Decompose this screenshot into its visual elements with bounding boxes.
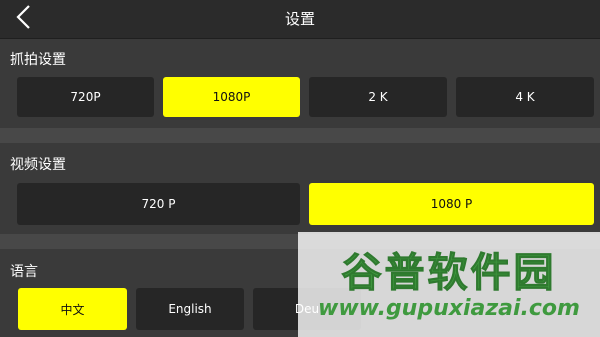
capture-settings-section: 抓拍设置 720P 1080P 2 K 4 K (0, 39, 600, 128)
capture-option-2k[interactable]: 2 K (309, 77, 447, 117)
top-bar: 设置 (0, 0, 600, 39)
language-option-chinese[interactable]: 中文 (18, 288, 127, 330)
capture-option-4k[interactable]: 4 K (456, 77, 594, 117)
watermark-url: www.gupuxiazai.com (318, 296, 580, 321)
capture-option-720p[interactable]: 720P (17, 77, 154, 117)
capture-option-1080p[interactable]: 1080P (163, 77, 300, 117)
video-option-1080p[interactable]: 1080 P (309, 183, 594, 225)
video-settings-section: 视频设置 720 P 1080 P (0, 143, 600, 234)
language-label: 语言 (10, 264, 38, 280)
video-settings-label: 视频设置 (10, 157, 66, 173)
video-option-720p[interactable]: 720 P (17, 183, 300, 225)
page-title: 设置 (284, 10, 315, 28)
capture-settings-label: 抓拍设置 (10, 52, 66, 68)
language-option-english[interactable]: English (136, 288, 244, 330)
watermark-overlay: 谷普软件园 www.gupuxiazai.com (298, 232, 600, 337)
section-divider (0, 128, 600, 143)
watermark-logo-text: 谷普软件园 (341, 250, 557, 297)
